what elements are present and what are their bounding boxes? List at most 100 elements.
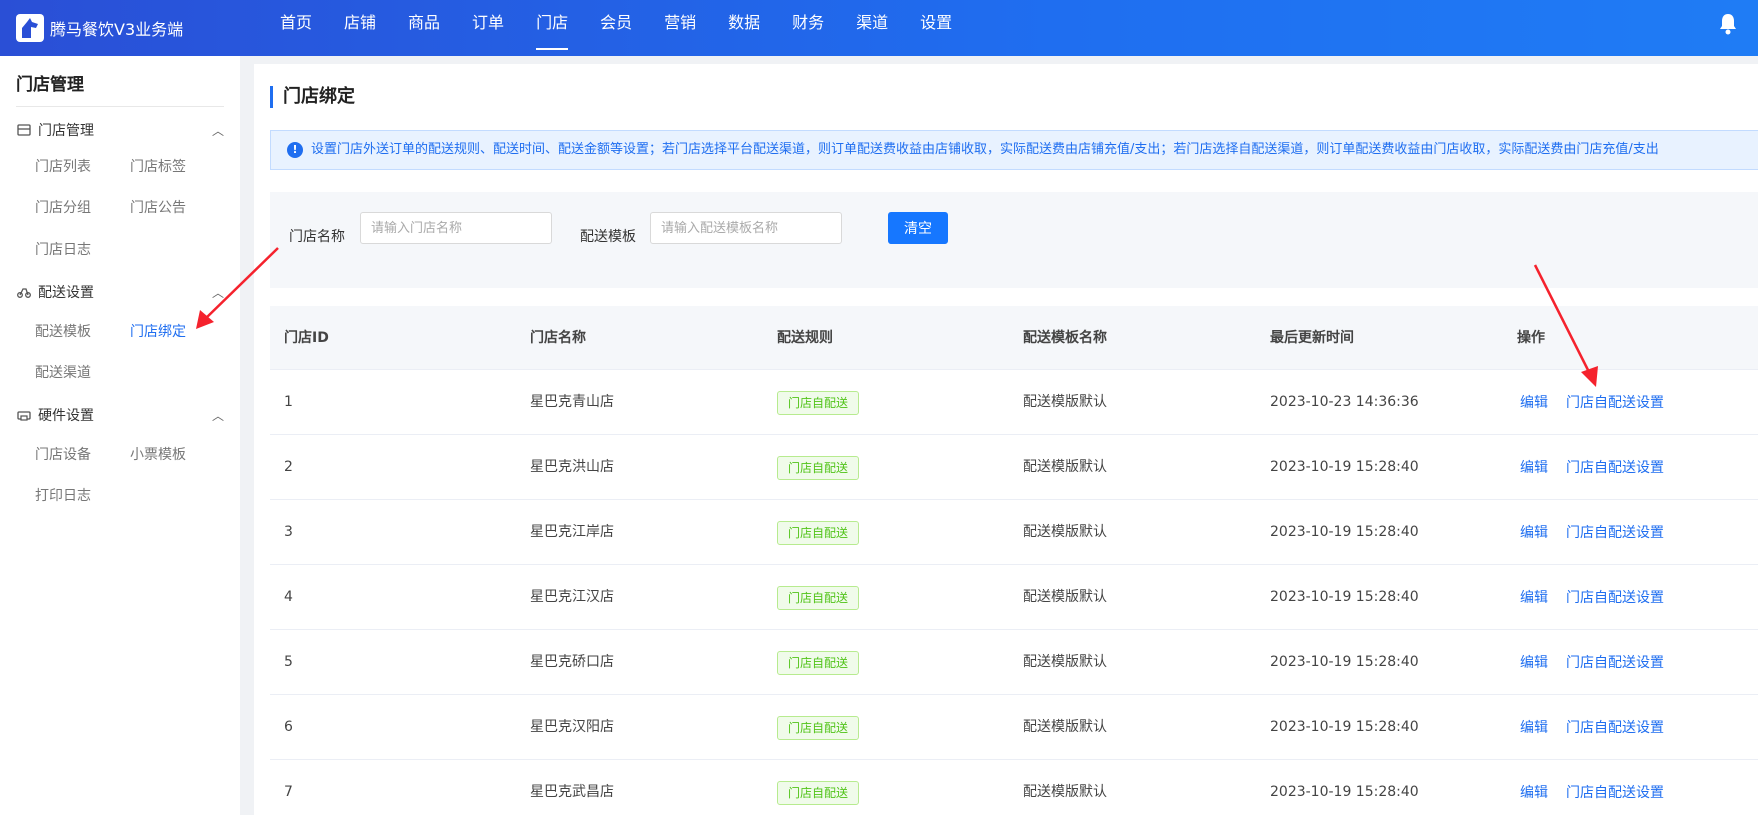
cell-store-name: 星巴克青山店 [530, 394, 614, 410]
delivery-rule-tag: 门店自配送 [777, 391, 860, 415]
cell-store-name: 星巴克汉阳店 [530, 719, 614, 735]
notice-banner: ! 设置门店外送订单的配送规则、配送时间、配送金额等设置；若门店选择平台配送渠道… [270, 130, 1758, 170]
main-nav: 首页 店铺 商品 订单 门店 会员 营销 数据 财务 渠道 设置 [280, 0, 984, 56]
table-row: 1 星巴克青山店 门店自配送 配送模版默认 2023-10-23 14:36:36 编辑门… [270, 370, 1758, 435]
brand[interactable]: 腾马餐饮V3业务端 [16, 8, 183, 48]
cell-template-name: 配送模版默认 [1023, 784, 1107, 800]
self-delivery-settings-link[interactable]: 门店自配送设置 [1566, 630, 1664, 696]
nav-item-8[interactable]: 财务 [792, 0, 824, 56]
cell-store-id: 3 [284, 524, 293, 540]
cell-store-id: 6 [284, 719, 293, 735]
sidebar-item-store-list[interactable]: 门店列表 [35, 156, 91, 176]
cell-template-name: 配送模版默认 [1023, 459, 1107, 475]
notice-text: 设置门店外送订单的配送规则、配送时间、配送金额等设置；若门店选择平台配送渠道，则… [311, 142, 1659, 157]
store-name-input[interactable] [360, 212, 552, 244]
header-updated-time: 最后更新时间 [1270, 330, 1354, 346]
sidebar-item-store-tags[interactable]: 门店标签 [130, 156, 186, 176]
sidebar-group-head[interactable]: 硬件设置 ︿ [16, 403, 224, 427]
table-row: 7 星巴克武昌店 门店自配送 配送模版默认 2023-10-19 15:28:40 编辑门… [270, 760, 1758, 815]
cell-store-name: 星巴克江汉店 [530, 589, 614, 605]
top-bar: 腾马餐饮V3业务端 首页 店铺 商品 订单 门店 会员 营销 数据 财务 渠道 设置 [0, 0, 1758, 56]
table-row: 6 星巴克汉阳店 门店自配送 配送模版默认 2023-10-19 15:28:40 编辑门… [270, 695, 1758, 760]
app-title: 腾马餐饮V3业务端 [50, 20, 184, 39]
nav-item-2[interactable]: 商品 [408, 0, 440, 56]
store-icon [17, 124, 31, 136]
nav-item-4[interactable]: 门店 [536, 0, 569, 56]
cell-updated-time: 2023-10-19 15:28:40 [1270, 459, 1419, 475]
store-binding-table: 门店ID 门店名称 配送规则 配送模板名称 最后更新时间 操作 1 星巴克青山店门… [270, 306, 1758, 815]
cell-template-name: 配送模版默认 [1023, 394, 1107, 410]
cell-updated-time: 2023-10-23 14:36:36 [1270, 394, 1419, 410]
delivery-rule-tag: 门店自配送 [777, 716, 860, 740]
clear-button[interactable]: 清空 [888, 212, 948, 244]
table-row: 5 星巴克硚口店 门店自配送 配送模版默认 2023-10-19 15:28:40 编辑门… [270, 630, 1758, 695]
nav-item-1[interactable]: 店铺 [344, 0, 376, 56]
nav-item-3[interactable]: 订单 [472, 0, 504, 56]
sidebar-divider [16, 106, 224, 107]
cell-template-name: 配送模版默认 [1023, 589, 1107, 605]
nav-item-6[interactable]: 营销 [664, 0, 696, 56]
sidebar-group-hardware: 硬件设置 ︿ [16, 403, 224, 427]
horse-logo-icon [16, 14, 44, 42]
sidebar-item-store-groups[interactable]: 门店分组 [35, 197, 91, 217]
sidebar-group-delivery: 配送设置 ︿ [16, 280, 224, 304]
sidebar-item-store-devices[interactable]: 门店设备 [35, 444, 91, 464]
self-delivery-settings-link[interactable]: 门店自配送设置 [1566, 565, 1664, 631]
sidebar-group-store: 门店管理 ︿ [16, 118, 224, 142]
sidebar-item-receipt-template[interactable]: 小票模板 [130, 444, 186, 464]
table-header: 门店ID 门店名称 配送规则 配送模板名称 最后更新时间 操作 [270, 306, 1758, 370]
sidebar-title: 门店管理 [16, 75, 84, 95]
cell-template-name: 配送模版默认 [1023, 719, 1107, 735]
table-row: 3 星巴克江岸店 门店自配送 配送模版默认 2023-10-19 15:28:40 编辑门… [270, 500, 1758, 565]
nav-item-0[interactable]: 首页 [280, 0, 312, 56]
sidebar-item-delivery-template[interactable]: 配送模板 [35, 321, 91, 341]
cell-store-name: 星巴克江岸店 [530, 524, 614, 540]
table-row: 2 星巴克洪山店 门店自配送 配送模版默认 2023-10-19 15:28:40 编辑门… [270, 435, 1758, 500]
sidebar-group-label: 配送设置 [38, 285, 94, 301]
bell-icon[interactable] [1718, 13, 1738, 35]
nav-item-9[interactable]: 渠道 [856, 0, 888, 56]
edit-link[interactable]: 编辑 [1520, 760, 1548, 815]
delivery-rule-tag: 门店自配送 [777, 521, 860, 545]
header-store-name: 门店名称 [530, 330, 586, 346]
sidebar-item-print-log[interactable]: 打印日志 [35, 485, 91, 505]
cell-updated-time: 2023-10-19 15:28:40 [1270, 654, 1419, 670]
self-delivery-settings-link[interactable]: 门店自配送设置 [1566, 500, 1664, 566]
chevron-up-icon[interactable]: ︿ [212, 407, 224, 424]
sidebar-item-store-notice[interactable]: 门店公告 [130, 197, 186, 217]
sidebar: 门店管理 门店管理 ︿ 门店列表 门店标签 门店分组 门店公告 门店日志 配送设… [0, 56, 240, 815]
sidebar-group-label: 硬件设置 [38, 408, 94, 424]
sidebar-group-label: 门店管理 [38, 123, 94, 139]
table-body: 1 星巴克青山店 门店自配送 配送模版默认 2023-10-23 14:36:36 编辑门… [270, 370, 1758, 815]
cell-template-name: 配送模版默认 [1023, 654, 1107, 670]
chevron-up-icon[interactable]: ︿ [212, 284, 224, 301]
chevron-up-icon[interactable]: ︿ [212, 122, 224, 139]
edit-link[interactable]: 编辑 [1520, 565, 1548, 631]
sidebar-group-head[interactable]: 配送设置 ︿ [16, 280, 224, 304]
sidebar-item-store-binding[interactable]: 门店绑定 [130, 321, 186, 341]
nav-item-10[interactable]: 设置 [920, 0, 952, 56]
filter-panel: 门店名称 配送模板 清空 [270, 192, 1758, 288]
sidebar-group-head[interactable]: 门店管理 ︿ [16, 118, 224, 142]
self-delivery-settings-link[interactable]: 门店自配送设置 [1566, 435, 1664, 501]
self-delivery-settings-link[interactable]: 门店自配送设置 [1566, 760, 1664, 815]
self-delivery-settings-link[interactable]: 门店自配送设置 [1566, 370, 1664, 436]
cell-updated-time: 2023-10-19 15:28:40 [1270, 784, 1419, 800]
edit-link[interactable]: 编辑 [1520, 370, 1548, 436]
edit-link[interactable]: 编辑 [1520, 500, 1548, 566]
edit-link[interactable]: 编辑 [1520, 695, 1548, 761]
sidebar-item-delivery-channel[interactable]: 配送渠道 [35, 362, 91, 382]
template-name-input[interactable] [650, 212, 842, 244]
cell-store-id: 1 [284, 394, 293, 410]
edit-link[interactable]: 编辑 [1520, 630, 1548, 696]
self-delivery-settings-link[interactable]: 门店自配送设置 [1566, 695, 1664, 761]
cell-updated-time: 2023-10-19 15:28:40 [1270, 589, 1419, 605]
cell-updated-time: 2023-10-19 15:28:40 [1270, 719, 1419, 735]
edit-link[interactable]: 编辑 [1520, 435, 1548, 501]
template-label: 配送模板 [580, 229, 636, 245]
sidebar-item-store-log[interactable]: 门店日志 [35, 239, 91, 259]
nav-item-5[interactable]: 会员 [600, 0, 632, 56]
cell-store-id: 5 [284, 654, 293, 670]
cell-store-name: 星巴克武昌店 [530, 784, 614, 800]
nav-item-7[interactable]: 数据 [728, 0, 760, 56]
